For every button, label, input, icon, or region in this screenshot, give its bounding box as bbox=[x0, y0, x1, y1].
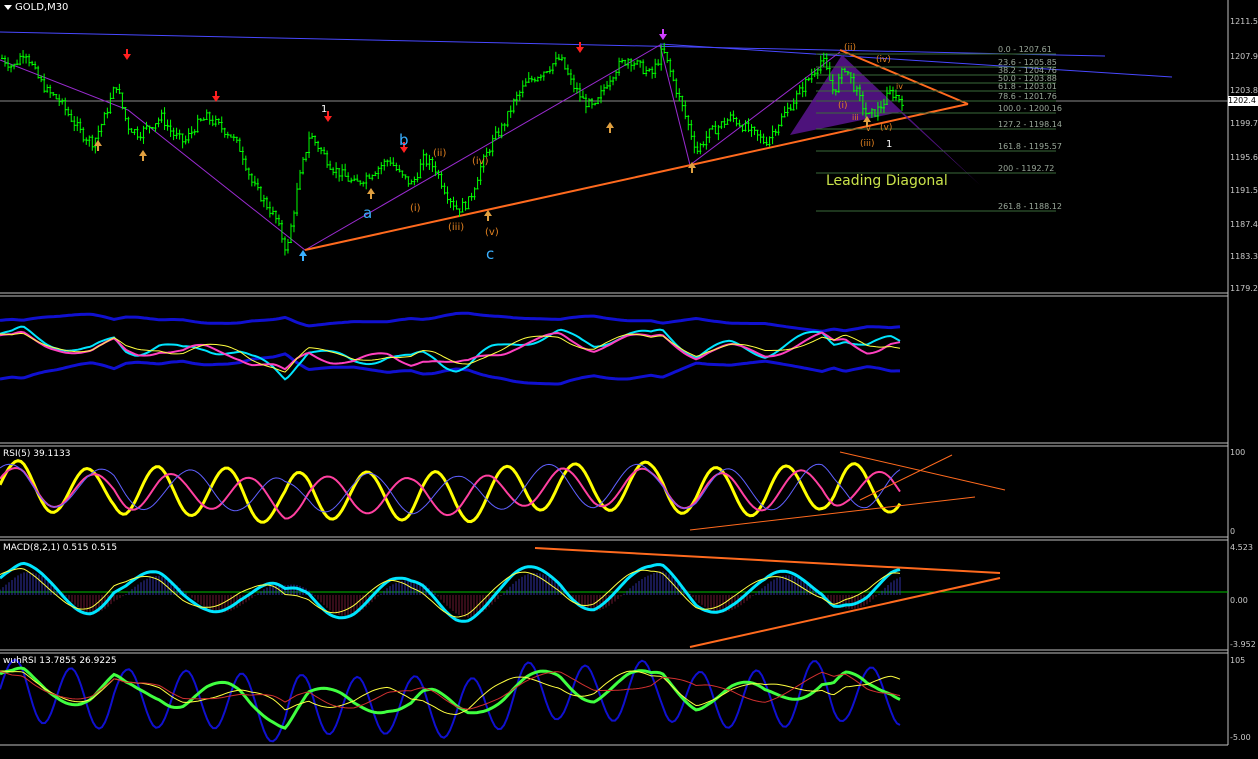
rsi-panel bbox=[0, 451, 1006, 531]
down-arrow-icon bbox=[659, 29, 667, 40]
price-tick: 1195.6 bbox=[1230, 153, 1258, 162]
wave-label-1: 1 bbox=[321, 104, 328, 115]
wave-label-c: c bbox=[486, 245, 495, 263]
price-tick: 1211.5 bbox=[1230, 17, 1258, 26]
fib-label: 261.8 - 1188.12 bbox=[998, 202, 1062, 211]
wave-label-b: b bbox=[399, 131, 409, 149]
price-tick: 1207.9 bbox=[1230, 52, 1258, 61]
fib-label: 100.0 - 1200.16 bbox=[998, 104, 1062, 113]
rsi-tick: 100 bbox=[1230, 448, 1246, 457]
price-tick: 1191.5 bbox=[1230, 186, 1258, 195]
symbol-label: GOLD,M30 bbox=[4, 2, 68, 13]
up-arrow-icon bbox=[139, 150, 147, 161]
wave-label-v: (v) bbox=[485, 227, 499, 238]
wave-label-i: (i) bbox=[410, 203, 421, 214]
down-arrow-icon bbox=[576, 42, 584, 53]
wave-label-r-v: (v) bbox=[880, 123, 893, 133]
wave-label-small-v: v bbox=[866, 124, 871, 133]
bands-panel bbox=[0, 311, 901, 386]
macd-tick: -3.952 bbox=[1230, 640, 1256, 649]
price-tick: 1187.4 bbox=[1230, 220, 1258, 229]
rsi-tick: 0 bbox=[1230, 527, 1236, 536]
chart-canvas[interactable] bbox=[0, 0, 1258, 755]
band-upper bbox=[0, 311, 901, 333]
macd-panel bbox=[0, 547, 1228, 648]
wave-label-ii: (ii) bbox=[433, 148, 447, 159]
wave-label-r-ii: (ii) bbox=[844, 43, 857, 53]
price-tick: 1179.2 bbox=[1230, 284, 1258, 293]
wuhrsi-panel bbox=[0, 658, 901, 743]
symbol-dropdown-icon[interactable] bbox=[4, 4, 12, 10]
current-price-box: 1202.4 bbox=[1228, 96, 1258, 106]
wave-path-line bbox=[0, 44, 841, 251]
fib-label: 161.8 - 1195.57 bbox=[998, 142, 1062, 151]
fib-label: 61.8 - 1203.01 bbox=[998, 82, 1057, 91]
fib-label: 200 - 1192.72 bbox=[998, 164, 1055, 173]
wave-label-r-iv: (iv) bbox=[876, 55, 891, 65]
up-arrow-icon bbox=[606, 122, 614, 133]
wave-label-small-iv: iv bbox=[896, 82, 903, 91]
wuhrsi-tick: -5.00 bbox=[1230, 733, 1251, 742]
macd-trendline-lower bbox=[689, 577, 1001, 648]
wave-label-iv: (iv) bbox=[472, 156, 489, 167]
wave-label-iii: (iii) bbox=[448, 222, 465, 233]
wave-label-r-iii: (iii) bbox=[860, 139, 875, 149]
up-arrow-icon bbox=[299, 250, 307, 261]
rsi-line bbox=[0, 459, 902, 524]
fib-label: 78.6 - 1201.76 bbox=[998, 92, 1057, 101]
macd-tick: 0.00 bbox=[1230, 596, 1248, 605]
macd-label: MACD(8,2,1) 0.515 0.515 bbox=[3, 543, 118, 553]
wuhrsi-tick: 105 bbox=[1230, 656, 1246, 665]
channel-upper-line bbox=[0, 31, 1106, 57]
fib-label: 127.2 - 1198.14 bbox=[998, 120, 1062, 129]
chart-stage: GOLD,M30 1211.5 1207.9 1203.8 1202.4 119… bbox=[0, 0, 1258, 755]
down-arrow-icon bbox=[123, 49, 131, 60]
band-yellow-line bbox=[0, 332, 901, 373]
channel-upper-line-2 bbox=[659, 43, 1173, 78]
up-arrow-icon bbox=[484, 210, 492, 221]
wave-label-r-i: (i) bbox=[838, 101, 848, 111]
fib-label: 0.0 - 1207.61 bbox=[998, 45, 1052, 54]
signal-arrows bbox=[94, 29, 871, 261]
price-tick: 1183.3 bbox=[1230, 252, 1258, 261]
rsi-trendline-2 bbox=[839, 451, 1006, 491]
wave-label-small-iii: iii bbox=[852, 113, 859, 122]
down-arrow-icon bbox=[212, 91, 220, 102]
wave-label-r-one: 1 bbox=[886, 139, 893, 150]
rsi-trendline-3 bbox=[859, 454, 953, 501]
wave-label-a: a bbox=[363, 204, 373, 222]
up-arrow-icon bbox=[367, 188, 375, 199]
leading-diagonal-label: Leading Diagonal bbox=[826, 173, 948, 189]
price-tick: 1199.7 bbox=[1230, 119, 1258, 128]
price-tick: 1203.8 bbox=[1230, 86, 1258, 95]
macd-trendline-upper bbox=[534, 547, 1001, 574]
rsi-trendline bbox=[689, 496, 976, 531]
rsi-label: RSI(5) 39.1133 bbox=[3, 449, 71, 459]
wuhrsi-label: wuhRSI 13.7855 26.9225 bbox=[3, 656, 117, 666]
macd-tick: 4.523 bbox=[1230, 543, 1253, 552]
